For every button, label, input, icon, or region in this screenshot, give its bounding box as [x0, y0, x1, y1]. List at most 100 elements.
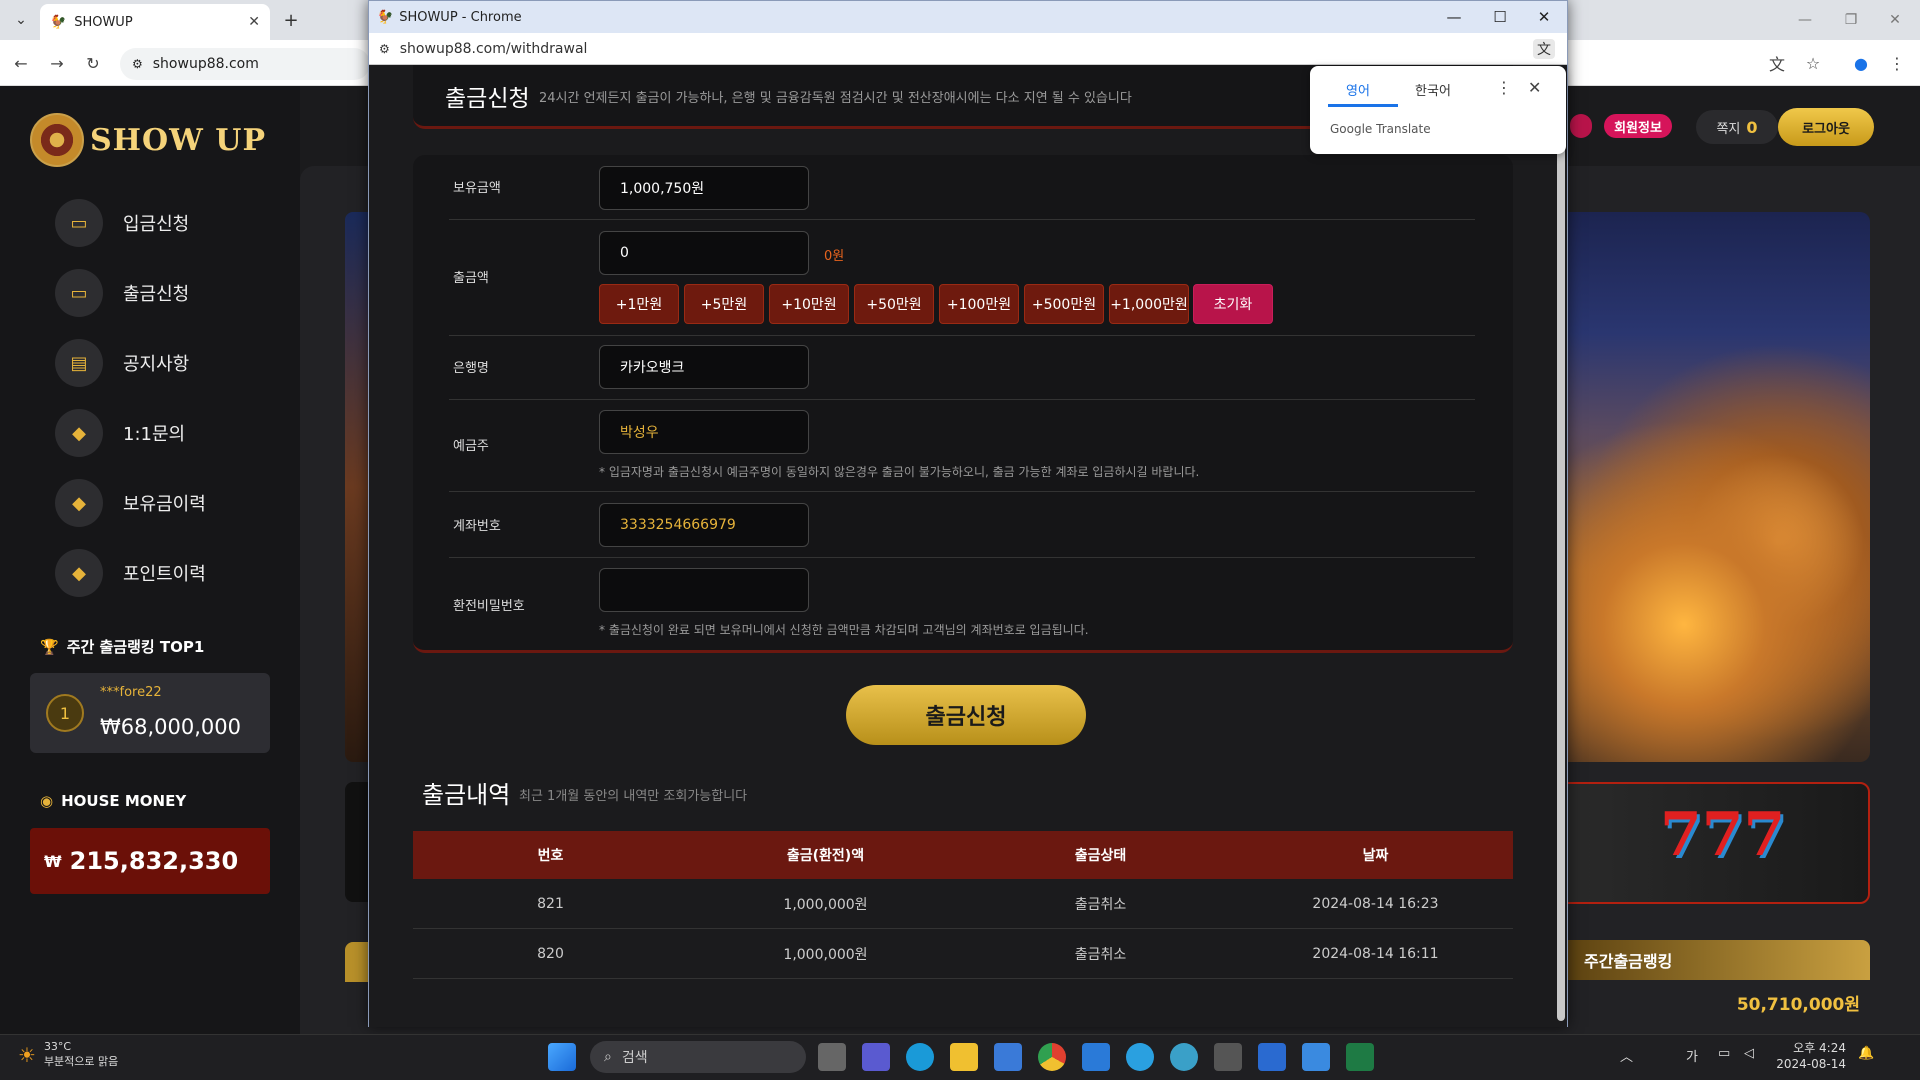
history-table-header: 번호 출금(환전)액 출금상태 날짜 [413, 831, 1513, 879]
weather-temp: 33°C [43, 1040, 72, 1053]
minimize-icon[interactable]: — [1790, 5, 1820, 35]
chat-icon: ◆ [55, 409, 103, 457]
tray-chevron-icon[interactable]: ︿ [1620, 1046, 1633, 1065]
new-tab-icon[interactable]: + [276, 5, 306, 35]
chrome-menu-icon[interactable]: ⋮ [1882, 48, 1912, 78]
divider [449, 335, 1475, 336]
search-icon: ⌕ [604, 1049, 612, 1065]
clock-date: 2024-08-14 [1776, 1057, 1846, 1071]
bank-field[interactable]: 카카오뱅크 [599, 345, 809, 389]
teams-icon[interactable] [862, 1043, 890, 1071]
menu-point-history[interactable]: ◆ 포인트이력 [55, 548, 275, 598]
menu-inquiry[interactable]: ◆ 1:1문의 [55, 408, 275, 458]
forward-icon[interactable]: → [42, 48, 72, 78]
volume-icon[interactable]: ◁ [1744, 1046, 1754, 1061]
withdrawal-password-input[interactable] [599, 568, 809, 612]
withdrawal-submit-button[interactable]: 출금신청 [846, 685, 1086, 745]
tab-list-chevron-icon[interactable]: ⌄ [6, 5, 36, 35]
add-100k-button[interactable]: +10만원 [769, 284, 849, 324]
popup-scrollbar[interactable] [1557, 91, 1565, 1021]
minimize-icon[interactable]: — [1431, 1, 1477, 33]
maximize-icon[interactable]: ☐ [1477, 1, 1523, 33]
menu-deposit[interactable]: ▭ 입금신청 [55, 198, 275, 248]
globe-icon[interactable] [1170, 1043, 1198, 1071]
currency-symbol: ₩ [44, 851, 62, 871]
address-bar[interactable]: ⚙ showup88.com [120, 48, 370, 80]
notepad-icon[interactable] [1258, 1043, 1286, 1071]
add-500k-button[interactable]: +50만원 [854, 284, 934, 324]
close-tab-icon[interactable]: ✕ [248, 14, 260, 30]
popup-address-bar[interactable]: ⚙ showup88.com/withdrawal 文 [369, 33, 1567, 65]
more-options-icon[interactable]: ⋮ [1496, 78, 1512, 97]
amount-input[interactable]: 0 [599, 231, 809, 275]
telegram-icon[interactable] [1126, 1043, 1154, 1071]
weather-widget[interactable]: ☀ 33°C 부분적으로 맑음 [18, 1040, 118, 1069]
active-tab-indicator [1328, 104, 1398, 107]
add-50k-button[interactable]: +5만원 [684, 284, 764, 324]
translate-icon[interactable]: 文 [1533, 38, 1555, 59]
weekly-rank-title-text: 주간 출금랭킹 TOP1 [66, 638, 205, 656]
weekly-rank-strip: 주간출금랭킹 [1560, 940, 1870, 980]
reset-button[interactable]: 초기화 [1193, 284, 1273, 324]
add-10k-button[interactable]: +1만원 [599, 284, 679, 324]
logout-button[interactable]: 로그아웃 [1778, 108, 1874, 146]
menu-label: 보유금이력 [123, 494, 206, 515]
tray-clock[interactable]: 오후 4:24 2024-08-14 [1776, 1040, 1846, 1072]
site-info-icon[interactable]: ⚙ [132, 57, 143, 71]
mail-icon[interactable] [1082, 1043, 1110, 1071]
menu-label: 포인트이력 [123, 564, 206, 585]
banner-left-strip [345, 782, 370, 902]
edge-icon[interactable] [906, 1043, 934, 1071]
reload-icon[interactable]: ↻ [78, 48, 108, 78]
rank-number: 1 [46, 694, 84, 732]
page-subtitle: 24시간 언제든지 출금이 가능하나, 은행 및 금융감독원 점검시간 및 전산… [539, 91, 1132, 106]
header-pill-edge [1570, 114, 1592, 138]
browser-tab[interactable]: 🐓 SHOWUP ✕ [40, 4, 270, 40]
close-window-icon[interactable]: ✕ [1880, 5, 1910, 35]
add-1m-button[interactable]: +100만원 [939, 284, 1019, 324]
add-5m-button[interactable]: +500만원 [1024, 284, 1104, 324]
translate-icon[interactable]: 文 [1762, 48, 1792, 78]
table-row: 820 1,000,000원 출금취소 2024-08-14 16:11 [413, 929, 1513, 979]
menu-label: 공지사항 [123, 354, 190, 375]
task-view-icon[interactable] [818, 1043, 846, 1071]
paint-icon[interactable] [1302, 1043, 1330, 1071]
store-icon[interactable] [994, 1043, 1022, 1071]
start-icon[interactable] [548, 1043, 576, 1071]
taskbar-search[interactable]: ⌕ 검색 [590, 1041, 806, 1073]
translate-tab-english[interactable]: 영어 [1328, 80, 1388, 99]
password-label: 환전비밀번호 [453, 599, 525, 614]
menu-withdrawal[interactable]: ▭ 출금신청 [55, 268, 275, 318]
account-field[interactable]: 3333254666979 [599, 503, 809, 547]
note-button[interactable]: 쪽지 0 [1696, 110, 1778, 144]
chrome-icon[interactable] [1038, 1043, 1066, 1071]
back-icon[interactable]: ← [6, 48, 36, 78]
close-icon[interactable]: ✕ [1528, 78, 1541, 97]
restore-icon[interactable]: ❐ [1836, 5, 1866, 35]
file-explorer-icon[interactable] [950, 1043, 978, 1071]
ime-indicator[interactable]: 가 [1686, 1046, 1698, 1065]
site-logo[interactable]: SHOW UP [30, 110, 280, 170]
bookmark-star-icon[interactable]: ☆ [1798, 48, 1828, 78]
popup-page: 출금신청 24시간 언제든지 출금이 가능하나, 은행 및 금융감독원 점검시간… [369, 65, 1567, 1027]
network-icon[interactable]: ▭ [1718, 1046, 1730, 1061]
roulette-logo-icon [30, 113, 84, 167]
search-placeholder: 검색 [621, 1050, 648, 1066]
card-icon: ▭ [55, 199, 103, 247]
menu-notice[interactable]: ▤ 공지사항 [55, 338, 275, 388]
translate-tab-korean[interactable]: 한국어 [1398, 80, 1468, 99]
menu-balance-history[interactable]: ◆ 보유금이력 [55, 478, 275, 528]
close-window-icon[interactable]: ✕ [1521, 1, 1567, 33]
add-10m-button[interactable]: +1,000만원 [1109, 284, 1189, 324]
member-info-button[interactable]: 회원정보 [1604, 114, 1672, 138]
profile-icon[interactable]: ● [1846, 48, 1876, 78]
notification-bell-icon[interactable]: 🔔 [1858, 1046, 1874, 1061]
holder-field[interactable]: 박성우 [599, 410, 809, 454]
rank-left-strip [345, 942, 370, 982]
popup-url: showup88.com/withdrawal [399, 40, 588, 57]
calculator-icon[interactable] [1214, 1043, 1242, 1071]
site-info-icon[interactable]: ⚙ [379, 42, 390, 56]
logo-text: SHOW UP [90, 122, 266, 158]
excel-icon[interactable] [1346, 1043, 1374, 1071]
site-favicon-icon: 🐓 [377, 9, 394, 25]
